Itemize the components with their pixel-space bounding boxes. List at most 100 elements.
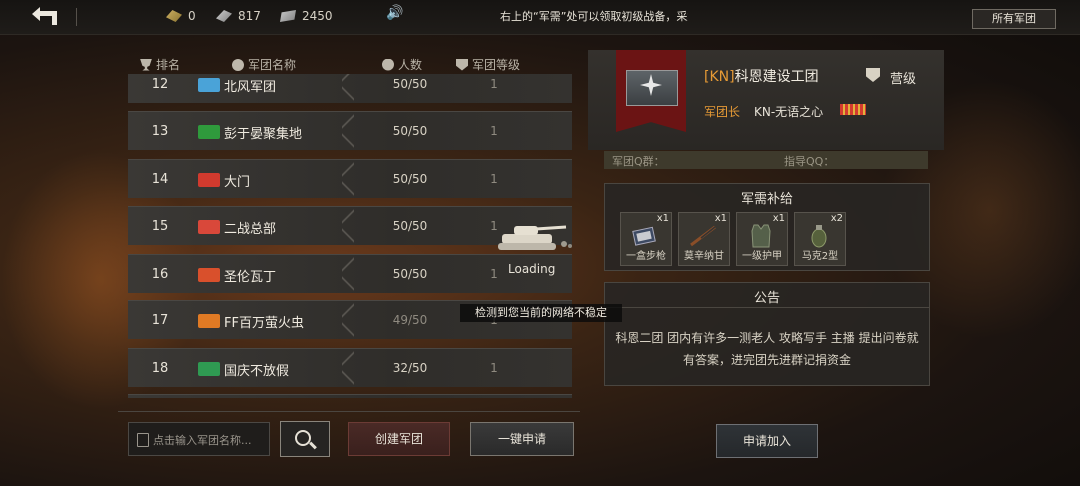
chevron-divider-icon xyxy=(342,301,356,339)
speaker-icon: 🔊 xyxy=(386,5,404,21)
header-level: 军团等级 xyxy=(456,56,520,73)
document-icon xyxy=(137,433,149,447)
ticket-resource: 2450 xyxy=(280,9,333,23)
steel-resource: 817 xyxy=(216,9,261,23)
legion-flag-icon xyxy=(198,362,220,376)
row-members: 32/50 xyxy=(392,361,428,375)
back-arrow-icon-graphic xyxy=(32,7,57,25)
search-field[interactable] xyxy=(128,422,270,456)
gold-count: 0 xyxy=(188,9,196,23)
row-rank: 12 xyxy=(151,77,169,92)
top-bar: 0 817 2450 🔊 右上的“军需”处可以领取初级战备，采集 所有军团 xyxy=(0,0,1080,35)
supply-box: 军需补给 x1 一盒步枪 x1 莫辛纳甘 x1 一级护甲 x2 马克2型 xyxy=(604,183,930,271)
divider xyxy=(605,307,929,308)
supply-item[interactable]: x2 马克2型 xyxy=(794,212,846,266)
loading-tank-icon xyxy=(498,225,572,250)
rifle-box-icon xyxy=(632,226,656,246)
armor-vest-icon xyxy=(751,224,771,248)
row-members: 50/50 xyxy=(392,172,428,186)
item-label: 一级护甲 xyxy=(742,251,782,262)
legion-flag-icon xyxy=(198,314,220,328)
apply-all-button[interactable]: 一键申请 xyxy=(470,422,574,456)
header-members: 人数 xyxy=(382,56,422,73)
supply-item[interactable]: x1 一盒步枪 xyxy=(620,212,672,266)
table-row-partial[interactable] xyxy=(128,394,572,398)
row-rank: 16 xyxy=(151,267,169,282)
shield-icon xyxy=(456,58,468,71)
header-members-label: 人数 xyxy=(398,58,423,72)
row-level: 1 xyxy=(490,77,498,91)
table-row[interactable]: 13 彭于晏聚集地 50/50 1 xyxy=(128,111,572,150)
ticket-icon xyxy=(280,10,296,22)
leader-medal-icon xyxy=(840,104,866,115)
search-icon-handle xyxy=(309,441,317,450)
item-label: 莫辛纳甘 xyxy=(684,251,724,262)
row-members: 49/50 xyxy=(392,313,428,327)
chevron-divider-icon xyxy=(342,74,356,103)
table-row[interactable]: 14 大门 50/50 1 xyxy=(128,159,572,198)
chevron-divider-icon xyxy=(342,349,356,387)
row-rank: 14 xyxy=(151,172,169,187)
header-name: 军团名称 xyxy=(232,56,296,73)
row-rank: 18 xyxy=(151,361,169,376)
supply-item[interactable]: x1 莫辛纳甘 xyxy=(678,212,730,266)
row-rank: 13 xyxy=(151,124,169,139)
row-name: 圣伦瓦丁 xyxy=(224,270,277,285)
supply-title: 军需补给 xyxy=(740,192,793,207)
search-button[interactable] xyxy=(280,421,330,457)
steel-icon xyxy=(216,10,232,22)
grenade-icon xyxy=(811,225,827,248)
row-name: 北风军团 xyxy=(224,80,277,95)
header-rank: 排名 xyxy=(140,56,180,73)
row-name: 大门 xyxy=(224,175,251,190)
item-label: 马克2型 xyxy=(801,251,839,262)
chevron-divider-icon xyxy=(342,160,356,198)
trophy-icon xyxy=(140,58,152,71)
create-legion-button[interactable]: 创建军团 xyxy=(348,422,450,456)
notice-box: 公告 科恩二团 团内有许多一测老人 攻略写手 主播 提出问卷就有答案，进完团先进… xyxy=(604,282,930,386)
legion-flag-icon xyxy=(198,125,220,139)
row-name: 国庆不放假 xyxy=(224,364,290,379)
table-row[interactable]: 16 圣伦瓦丁 50/50 1 xyxy=(128,254,572,293)
rifle-icon xyxy=(690,225,716,247)
chevron-divider-icon xyxy=(342,207,356,245)
leader-label: 军团长 xyxy=(704,105,741,119)
divider xyxy=(118,411,580,412)
globe-icon xyxy=(232,58,244,71)
supply-item[interactable]: x1 一级护甲 xyxy=(736,212,788,266)
back-arrow-icon[interactable] xyxy=(30,5,70,29)
notice-title: 公告 xyxy=(753,291,780,306)
network-warning-toast: 检测到您当前的网络不稳定 xyxy=(460,304,622,322)
header-rank-label: 排名 xyxy=(156,58,181,72)
header-level-label: 军团等级 xyxy=(472,58,521,72)
gold-resource: 0 xyxy=(166,9,196,23)
row-members: 50/50 xyxy=(392,267,428,281)
qq-info-bar: 军团Q群： 指导QQ： xyxy=(604,151,928,169)
table-row[interactable]: 18 国庆不放假 32/50 1 xyxy=(128,348,572,387)
chevron-divider-icon xyxy=(342,112,356,150)
divider xyxy=(76,8,77,26)
people-icon xyxy=(382,58,394,71)
row-rank: 15 xyxy=(151,219,169,234)
row-name: 彭于晏聚集地 xyxy=(224,127,303,142)
row-level: 1 xyxy=(490,172,498,186)
row-level: 1 xyxy=(490,124,498,138)
row-members: 50/50 xyxy=(392,219,428,233)
leader-name: KN-无语之心 xyxy=(754,105,824,119)
legion-rank: 营级 xyxy=(890,72,917,87)
row-name: FF百万萤火虫 xyxy=(224,316,304,331)
qq-group-label: 军团Q群： xyxy=(612,155,665,168)
gold-bar-icon xyxy=(166,10,182,22)
legion-tag: [KN] xyxy=(704,69,735,85)
all-legions-button[interactable]: 所有军团 xyxy=(972,9,1056,29)
search-input[interactable] xyxy=(151,429,269,451)
loading-text: Loading xyxy=(508,262,556,276)
guide-qq-label: 指导QQ： xyxy=(784,155,835,168)
table-row[interactable]: 12 北风军团 50/50 1 xyxy=(128,74,572,103)
legion-flag-icon xyxy=(198,173,220,187)
steel-count: 817 xyxy=(238,9,261,23)
chevron-divider-icon xyxy=(342,255,356,293)
apply-join-button[interactable]: 申请加入 xyxy=(716,424,818,458)
header-name-label: 军团名称 xyxy=(248,58,297,72)
legion-flag-icon xyxy=(198,268,220,282)
